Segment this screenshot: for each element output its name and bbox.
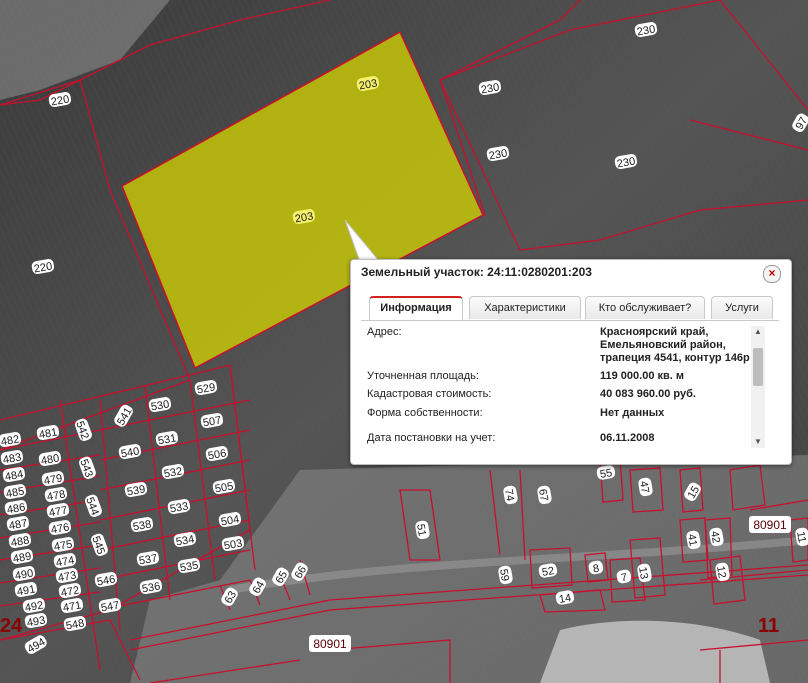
quarter-number-80901: 80901 bbox=[309, 635, 351, 652]
svg-text:14: 14 bbox=[558, 592, 572, 606]
svg-text:80901: 80901 bbox=[313, 637, 347, 651]
info-value: 06.11.2008 bbox=[600, 432, 655, 444]
svg-text:41: 41 bbox=[685, 533, 699, 547]
popup-title: Земельный участок: 24:11:0280201:203 bbox=[361, 265, 592, 279]
info-label: Дата постановки на учет: bbox=[367, 432, 496, 444]
svg-text:52: 52 bbox=[541, 565, 555, 579]
info-row-registration-date: Дата постановки на учет: 06.11.2008 bbox=[361, 432, 761, 448]
tab-characteristics[interactable]: Характеристики bbox=[469, 296, 581, 319]
svg-text:51: 51 bbox=[414, 523, 428, 537]
svg-text:47: 47 bbox=[637, 480, 651, 494]
district-number-11: 11 bbox=[758, 615, 779, 637]
scroll-thumb[interactable] bbox=[753, 348, 763, 386]
info-label: Адрес: bbox=[367, 326, 402, 338]
info-panel: Адрес: Красноярский край, Емельяновский … bbox=[361, 322, 775, 450]
info-value: Нет данных bbox=[600, 407, 665, 419]
quarter-number-80901: 80901 bbox=[749, 516, 791, 533]
info-row-address: Адрес: Красноярский край, Емельяновский … bbox=[361, 326, 761, 370]
tab-services[interactable]: Услуги bbox=[711, 296, 773, 319]
scroll-down-icon[interactable]: ▼ bbox=[751, 436, 765, 448]
info-label: Уточненная площадь: bbox=[367, 370, 479, 382]
info-label: Форма собственности: bbox=[367, 407, 483, 419]
svg-text:11: 11 bbox=[794, 531, 808, 544]
district-number-24: 24 bbox=[0, 615, 23, 637]
info-row-ownership: Форма собственности: Нет данных bbox=[361, 407, 761, 423]
parcel-info-popup: Земельный участок: 24:11:0280201:203 × И… bbox=[350, 259, 792, 465]
tab-information[interactable]: Информация bbox=[369, 296, 463, 321]
svg-text:42: 42 bbox=[708, 530, 722, 544]
tab-who-serves[interactable]: Кто обслуживает? bbox=[585, 296, 705, 319]
info-label: Кадастровая стоимость: bbox=[367, 388, 492, 400]
info-value: Красноярский край, Емельяновский район, … bbox=[600, 326, 750, 364]
info-row-cadastral-value: Кадастровая стоимость: 40 083 960.00 руб… bbox=[361, 388, 761, 404]
svg-text:59: 59 bbox=[497, 568, 511, 582]
svg-text:13: 13 bbox=[636, 566, 650, 580]
svg-text:55: 55 bbox=[599, 467, 613, 481]
info-value: 119 000.00 кв. м bbox=[600, 370, 685, 382]
info-value: 40 083 960.00 руб. bbox=[600, 388, 696, 400]
tab-divider bbox=[361, 320, 779, 321]
svg-text:67: 67 bbox=[536, 488, 550, 502]
svg-text:80901: 80901 bbox=[753, 518, 787, 532]
svg-text:12: 12 bbox=[714, 565, 728, 579]
scroll-up-icon[interactable]: ▲ bbox=[751, 326, 765, 338]
close-icon[interactable]: × bbox=[763, 265, 781, 283]
info-scrollbar[interactable]: ▲ ▼ bbox=[751, 326, 765, 448]
info-row-area: Уточненная площадь: 119 000.00 кв. м bbox=[361, 370, 761, 386]
svg-text:74: 74 bbox=[502, 488, 516, 502]
